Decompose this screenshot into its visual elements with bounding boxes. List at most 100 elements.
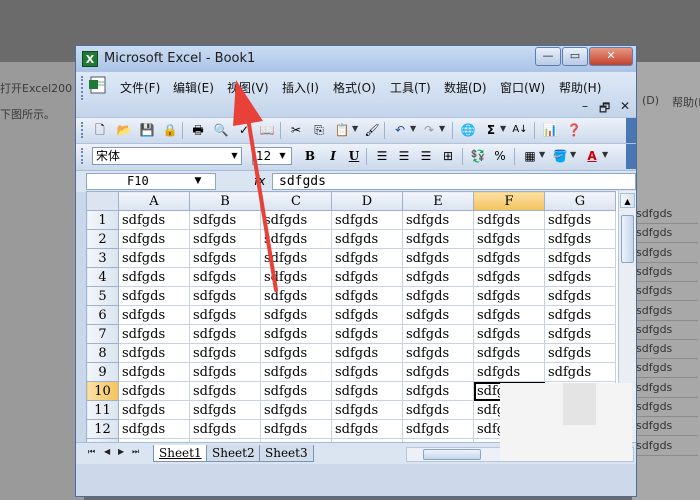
mdi-close-button[interactable]: ✕ (620, 99, 630, 113)
format-painter-icon[interactable]: 🖌 (364, 122, 380, 138)
column-header-c[interactable]: C (260, 191, 332, 211)
merge-center-icon[interactable]: ⊞ (440, 148, 456, 164)
column-header-e[interactable]: E (402, 191, 474, 211)
currency-style-icon[interactable]: 💱 (470, 148, 486, 164)
menu-edit[interactable]: 编辑(E) (173, 79, 214, 96)
cell-c12[interactable]: sdfgds (260, 419, 332, 439)
cell-a4[interactable]: sdfgds (118, 267, 190, 287)
cell-b8[interactable]: sdfgds (189, 343, 261, 363)
vertical-scroll-thumb[interactable] (621, 215, 634, 263)
cell-a11[interactable]: sdfgds (118, 400, 190, 420)
cell-c10[interactable]: sdfgds (260, 381, 332, 401)
bold-button[interactable]: B (302, 148, 318, 164)
font-name-combobox[interactable]: 宋体 (92, 147, 242, 165)
cell-c11[interactable]: sdfgds (260, 400, 332, 420)
copy-icon[interactable]: ⎘ (311, 122, 327, 138)
help-icon[interactable]: ❓ (566, 122, 582, 138)
title-bar[interactable]: X Microsoft Excel - Book1 — ▭ ✕ (76, 46, 636, 72)
cell-b9[interactable]: sdfgds (189, 362, 261, 382)
chart-wizard-icon[interactable]: 📊 (542, 122, 558, 138)
font-size-dropdown-icon[interactable]: ▼ (276, 148, 289, 164)
row-header[interactable]: 1 (86, 210, 119, 230)
cell-e2[interactable]: sdfgds (402, 229, 474, 249)
cell-c7[interactable]: sdfgds (260, 324, 332, 344)
font-color-icon[interactable]: A (584, 148, 600, 164)
column-header-g[interactable]: G (544, 191, 616, 211)
cell-g4[interactable]: sdfgds (544, 267, 616, 287)
print-preview-icon[interactable]: 🔍 (213, 122, 229, 138)
cell-b4[interactable]: sdfgds (189, 267, 261, 287)
cell-e8[interactable]: sdfgds (402, 343, 474, 363)
toolbar-options-icon[interactable] (626, 144, 636, 169)
cell-f4[interactable]: sdfgds (473, 267, 545, 287)
undo-dropdown-icon[interactable]: ▼ (410, 124, 416, 133)
cell-a1[interactable]: sdfgds (118, 210, 190, 230)
autosum-icon[interactable]: Σ (483, 122, 499, 138)
cell-f3[interactable]: sdfgds (473, 248, 545, 268)
align-left-icon[interactable]: ☰ (374, 148, 390, 164)
cell-g9[interactable]: sdfgds (544, 362, 616, 382)
permission-icon[interactable]: 🔒 (162, 122, 178, 138)
toolbar-options-icon[interactable] (626, 118, 636, 143)
cell-e4[interactable]: sdfgds (402, 267, 474, 287)
borders-icon[interactable]: ▦ (522, 148, 538, 164)
horizontal-scroll-thumb[interactable] (423, 449, 481, 460)
cell-e7[interactable]: sdfgds (402, 324, 474, 344)
new-icon[interactable]: 🗋 (92, 122, 108, 138)
cell-d2[interactable]: sdfgds (331, 229, 403, 249)
mdi-minimize-button[interactable]: – (582, 99, 588, 113)
align-center-icon[interactable]: ☰ (396, 148, 412, 164)
row-header[interactable]: 5 (86, 286, 119, 306)
cell-f6[interactable]: sdfgds (473, 305, 545, 325)
column-header-b[interactable]: B (189, 191, 261, 211)
column-header-a[interactable]: A (118, 191, 190, 211)
cell-b7[interactable]: sdfgds (189, 324, 261, 344)
row-header[interactable]: 7 (86, 324, 119, 344)
sheet-tab-sheet1[interactable]: Sheet1 (153, 445, 208, 462)
cell-f5[interactable]: sdfgds (473, 286, 545, 306)
cell-f8[interactable]: sdfgds (473, 343, 545, 363)
cell-g2[interactable]: sdfgds (544, 229, 616, 249)
cell-c5[interactable]: sdfgds (260, 286, 332, 306)
cell-d9[interactable]: sdfgds (331, 362, 403, 382)
select-all-corner[interactable] (86, 191, 119, 211)
cell-c4[interactable]: sdfgds (260, 267, 332, 287)
cell-b10[interactable]: sdfgds (189, 381, 261, 401)
align-right-icon[interactable]: ☰ (418, 148, 434, 164)
autosum-dropdown-icon[interactable]: ▼ (500, 124, 506, 133)
cell-a10[interactable]: sdfgds (118, 381, 190, 401)
cell-g8[interactable]: sdfgds (544, 343, 616, 363)
row-header[interactable]: 9 (86, 362, 119, 382)
redo-dropdown-icon[interactable]: ▼ (439, 124, 445, 133)
cell-d5[interactable]: sdfgds (331, 286, 403, 306)
toolbar-grip-handle[interactable] (81, 148, 86, 164)
cell-a3[interactable]: sdfgds (118, 248, 190, 268)
row-header[interactable]: 10 (86, 381, 119, 401)
menu-view[interactable]: 视图(V) (227, 79, 269, 96)
cell-e3[interactable]: sdfgds (402, 248, 474, 268)
cell-b2[interactable]: sdfgds (189, 229, 261, 249)
undo-icon[interactable]: ↶ (392, 122, 408, 138)
cell-d4[interactable]: sdfgds (331, 267, 403, 287)
cell-b11[interactable]: sdfgds (189, 400, 261, 420)
menu-insert[interactable]: 插入(I) (282, 79, 319, 96)
cell-f9[interactable]: sdfgds (473, 362, 545, 382)
cell-b3[interactable]: sdfgds (189, 248, 261, 268)
first-sheet-icon[interactable]: ⏮ (88, 447, 95, 457)
italic-button[interactable]: I (325, 148, 341, 164)
underline-button[interactable]: U (346, 148, 362, 164)
cell-e11[interactable]: sdfgds (402, 400, 474, 420)
cell-g3[interactable]: sdfgds (544, 248, 616, 268)
menu-data[interactable]: 数据(D) (444, 79, 487, 96)
redo-icon[interactable]: ↷ (421, 122, 437, 138)
cell-e10[interactable]: sdfgds (402, 381, 474, 401)
toolbar-grip-handle[interactable] (81, 122, 86, 138)
row-header[interactable]: 6 (86, 305, 119, 325)
minimize-button[interactable]: — (535, 47, 561, 66)
research-icon[interactable]: 📖 (259, 122, 275, 138)
cell-d1[interactable]: sdfgds (331, 210, 403, 230)
open-folder-icon[interactable]: 📂 (116, 122, 132, 138)
cell-b5[interactable]: sdfgds (189, 286, 261, 306)
cell-d8[interactable]: sdfgds (331, 343, 403, 363)
cell-e9[interactable]: sdfgds (402, 362, 474, 382)
